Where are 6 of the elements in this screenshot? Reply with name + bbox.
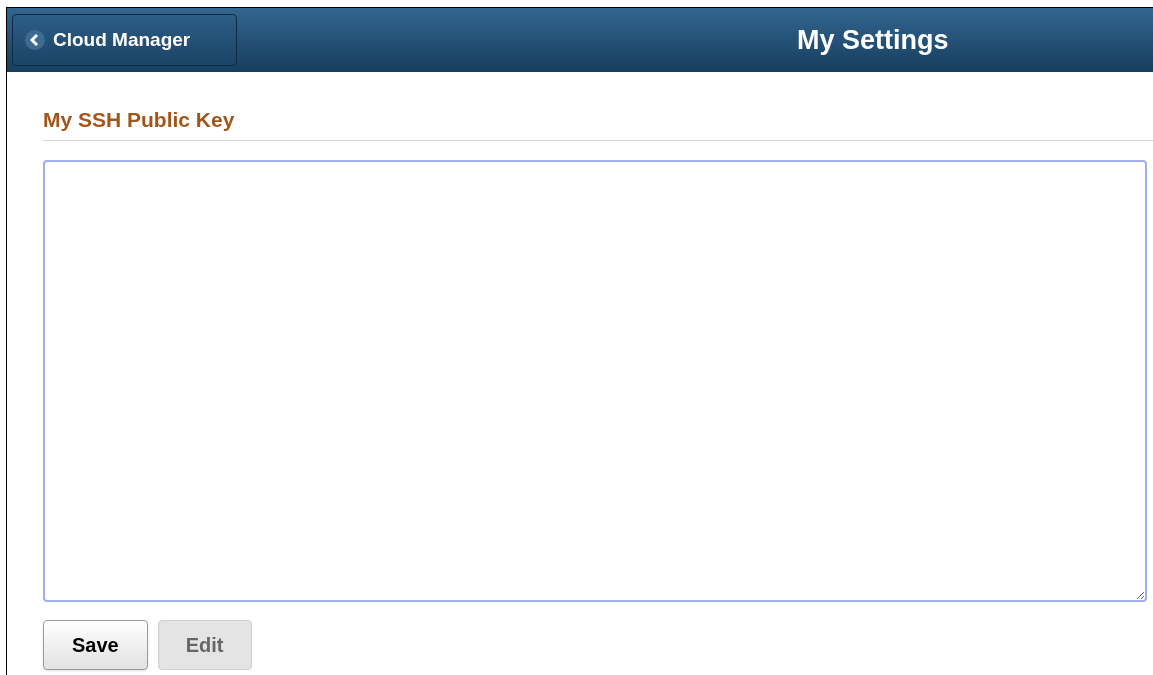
section-heading: My SSH Public Key [43, 104, 1153, 141]
page-title: My Settings [797, 23, 949, 57]
action-button[interactable]: Save [43, 619, 148, 670]
back-button[interactable]: Cloud Manager [12, 14, 237, 66]
ssh-key-field[interactable] [43, 159, 1147, 602]
back-icon [25, 30, 45, 50]
